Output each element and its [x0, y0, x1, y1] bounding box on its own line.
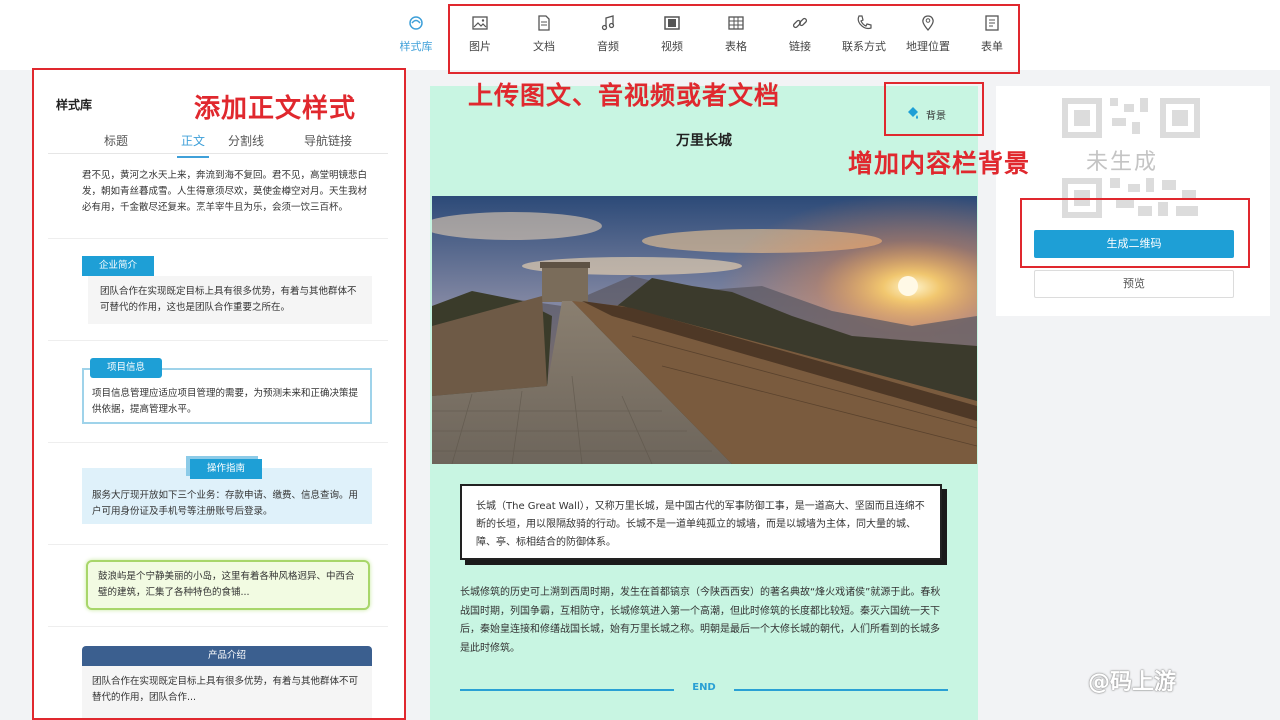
qr-status-text: 未生成	[1086, 150, 1159, 175]
watermark: @码上游	[1088, 670, 1177, 695]
quote-box[interactable]: 长城（The Great Wall），又称万里长城，是中国古代的军事防御工事，是…	[460, 484, 942, 560]
background-highlight-box	[884, 82, 984, 136]
annotation-upload: 上传图文、音视频或者文档	[468, 81, 781, 110]
end-label: END	[692, 682, 716, 693]
article-canvas[interactable]: 万里长城 长城（The Great Wall），又称万里长城，是中国古代的军事防…	[430, 86, 978, 720]
end-divider: END	[460, 680, 948, 700]
style-panel-highlight-box	[32, 68, 406, 720]
article-body[interactable]: 长城修筑的历史可上溯到西周时期，发生在首都镐京（今陕西西安）的著名典故“烽火戏诸…	[460, 584, 948, 658]
annotation-background: 增加内容栏背景	[848, 149, 1031, 178]
great-wall-image[interactable]	[432, 196, 977, 464]
toolbar-label: 样式库	[399, 40, 433, 53]
preview-button[interactable]: 预览	[1034, 270, 1234, 298]
toolbar-highlight-box	[448, 4, 1020, 74]
annotation-add-style: 添加正文样式	[194, 94, 357, 124]
generate-highlight-box	[1020, 198, 1250, 268]
style-library-icon	[407, 14, 425, 32]
toolbar-style-library[interactable]: 样式库	[388, 14, 444, 54]
